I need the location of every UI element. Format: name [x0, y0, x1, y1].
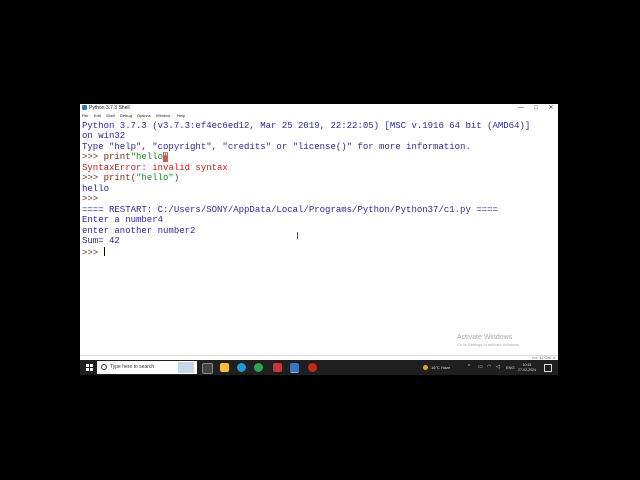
taskbar-search[interactable]: Type here to search: [97, 361, 197, 374]
shell-output: Sum= 42: [82, 236, 120, 246]
chrome-icon[interactable]: [254, 363, 263, 372]
code-string: "hello: [130, 152, 164, 162]
notification-icon[interactable]: [544, 364, 552, 372]
shell-prompt: >>>: [82, 248, 104, 258]
task-view-icon[interactable]: [202, 363, 213, 374]
search-icon: [101, 364, 107, 370]
python-icon: [82, 105, 87, 110]
weather-text[interactable]: 16°C Haze: [431, 360, 450, 375]
shell-prompt: >>>: [82, 194, 99, 204]
banner-line: Type "help", "copyright", "credits" or "…: [82, 142, 471, 152]
menu-edit[interactable]: Edit: [94, 112, 101, 119]
pdf-app-icon[interactable]: [273, 363, 282, 372]
menu-help[interactable]: Help: [177, 112, 185, 119]
desktop-screen: Python 3.7.3 Shell — □ ✕ File Edit Shell…: [80, 104, 558, 375]
menu-debug[interactable]: Debug: [120, 112, 132, 119]
shell-prompt: >>>: [82, 173, 104, 183]
edge-icon[interactable]: [237, 363, 246, 372]
shell-text-area[interactable]: Python 3.7.3 (v3.7.3:ef4ec6ed12, Mar 25 …: [80, 119, 558, 360]
activation-watermark: Activate Windows Go to Settings to activ…: [457, 334, 520, 348]
taskbar: Type here to search 16°C Haze ^ ▭ ◠ ◁ EN…: [80, 360, 558, 375]
menu-bar: File Edit Shell Debug Options Window Hel…: [80, 112, 558, 119]
chevron-up-icon[interactable]: ^: [468, 365, 470, 370]
python-idle-icon[interactable]: [290, 363, 299, 373]
clock[interactable]: 10:45 27-02-2024: [518, 363, 536, 372]
clock-date: 27-02-2024: [518, 367, 536, 372]
system-tray: 16°C Haze ^ ▭ ◠ ◁ ENG 10:45 27-02-2024: [423, 360, 558, 375]
close-button[interactable]: ✕: [544, 104, 558, 112]
banner-line: on win32: [82, 131, 126, 141]
code-string: "hello": [136, 173, 174, 183]
shell-input-line: >>> print("hello"): [82, 173, 179, 183]
error-message: SyntaxError: invalid syntax: [82, 163, 228, 173]
restart-line: ==== RESTART: C:/Users/SONY/AppData/Loca…: [82, 205, 498, 215]
shell-prompt: >>>: [82, 152, 104, 162]
error-highlight: ": [163, 152, 169, 162]
menu-file[interactable]: File: [82, 112, 88, 119]
banner-line: Python 3.7.3 (v3.7.3:ef4ec6ed12, Mar 25 …: [82, 121, 531, 131]
maximize-button[interactable]: □: [529, 104, 543, 112]
text-cursor: [103, 247, 105, 256]
battery-icon[interactable]: ▭: [478, 365, 483, 370]
shell-output: hello: [82, 184, 110, 194]
code-paren: ): [173, 173, 180, 183]
window-titlebar[interactable]: Python 3.7.3 Shell — □ ✕: [80, 104, 558, 112]
language-indicator[interactable]: ENG: [506, 360, 515, 375]
watermark-title: Activate Windows: [457, 334, 513, 341]
shell-input-line: >>> print"hello": [82, 152, 169, 162]
search-highlight-image: [178, 362, 194, 373]
file-explorer-icon[interactable]: [220, 363, 229, 372]
watermark-subtitle: Go to Settings to activate Windows.: [457, 342, 521, 347]
code-keyword: print: [103, 152, 131, 162]
app-icon[interactable]: [308, 363, 317, 372]
shell-output: Enter a number4: [82, 215, 164, 225]
shell-output: enter another number2: [82, 226, 196, 236]
volume-icon[interactable]: ◁: [496, 365, 500, 370]
menu-shell[interactable]: Shell: [106, 112, 115, 119]
menu-options[interactable]: Options: [137, 112, 151, 119]
code-keyword: print(: [103, 173, 137, 183]
menu-window[interactable]: Window: [156, 112, 170, 119]
active-prompt-line[interactable]: >>>: [82, 247, 105, 258]
mouse-ibeam-cursor: [297, 232, 298, 239]
search-placeholder: Type here to search: [110, 364, 155, 370]
minimize-button[interactable]: —: [514, 104, 528, 112]
start-button[interactable]: [82, 360, 96, 375]
wifi-icon[interactable]: ◠: [487, 365, 491, 370]
window-title: Python 3.7.3 Shell: [89, 105, 130, 111]
weather-icon: [423, 365, 428, 370]
